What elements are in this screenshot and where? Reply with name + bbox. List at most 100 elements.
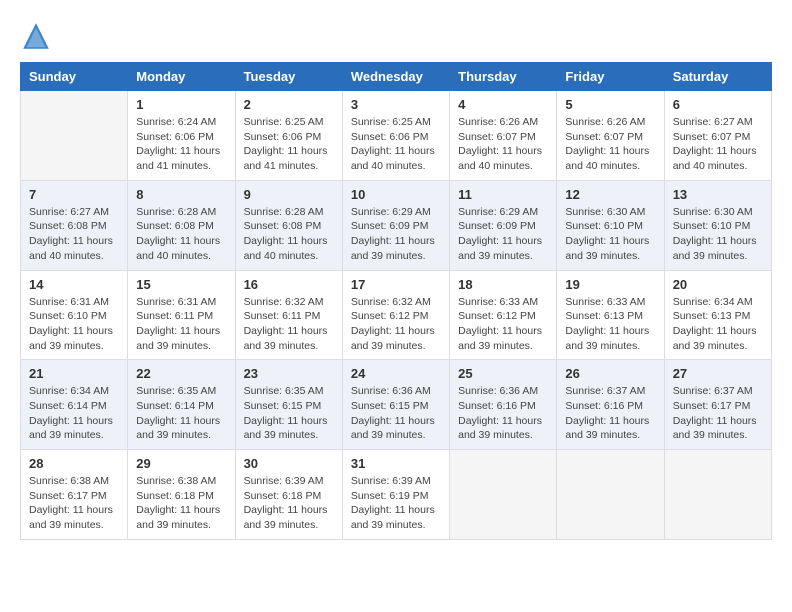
calendar-week-2: 7 Sunrise: 6:27 AM Sunset: 6:08 PM Daylig…	[21, 180, 772, 270]
calendar-cell: 26 Sunrise: 6:37 AM Sunset: 6:16 PM Dayli…	[557, 360, 664, 450]
day-number: 9	[244, 187, 334, 202]
calendar-cell: 29Sunrise: 6:38 AM Sunset: 6:18 PM Dayli…	[128, 450, 235, 540]
day-header-friday: Friday	[557, 63, 664, 91]
day-info: Sunrise: 6:38 AM Sunset: 6:17 PM Dayligh…	[29, 474, 119, 533]
day-header-wednesday: Wednesday	[342, 63, 449, 91]
day-info: Sunrise: 6:27 AM Sunset: 6:08 PM Dayligh…	[29, 205, 119, 264]
calendar-cell: 9Sunrise: 6:28 AM Sunset: 6:08 PM Daylig…	[235, 180, 342, 270]
day-number: 8	[136, 187, 226, 202]
calendar-week-1: 1 Sunrise: 6:24 AM Sunset: 6:06 PM Daylig…	[21, 91, 772, 181]
calendar-cell: 28 Sunrise: 6:38 AM Sunset: 6:17 PM Dayli…	[21, 450, 128, 540]
day-info: Sunrise: 6:35 AM Sunset: 6:14 PM Dayligh…	[136, 384, 226, 443]
day-number: 21	[29, 366, 119, 381]
calendar-body: 1 Sunrise: 6:24 AM Sunset: 6:06 PM Daylig…	[21, 91, 772, 540]
day-info: Sunrise: 6:36 AM Sunset: 6:15 PM Dayligh…	[351, 384, 441, 443]
day-header-monday: Monday	[128, 63, 235, 91]
calendar-week-4: 21 Sunrise: 6:34 AM Sunset: 6:14 PM Dayli…	[21, 360, 772, 450]
calendar-cell: 13 Sunrise: 6:30 AM Sunset: 6:10 PM Dayli…	[664, 180, 771, 270]
calendar-cell: 16 Sunrise: 6:32 AM Sunset: 6:11 PM Dayli…	[235, 270, 342, 360]
day-number: 28	[29, 456, 119, 471]
day-number: 25	[458, 366, 548, 381]
day-info: Sunrise: 6:37 AM Sunset: 6:16 PM Dayligh…	[565, 384, 655, 443]
day-number: 20	[673, 277, 763, 292]
day-number: 24	[351, 366, 441, 381]
calendar-cell: 19 Sunrise: 6:33 AM Sunset: 6:13 PM Dayli…	[557, 270, 664, 360]
day-info: Sunrise: 6:39 AM Sunset: 6:18 PM Dayligh…	[244, 474, 334, 533]
calendar-cell: 20 Sunrise: 6:34 AM Sunset: 6:13 PM Dayli…	[664, 270, 771, 360]
day-info: Sunrise: 6:33 AM Sunset: 6:13 PM Dayligh…	[565, 295, 655, 354]
day-info: Sunrise: 6:27 AM Sunset: 6:07 PM Dayligh…	[673, 115, 763, 174]
calendar-cell	[557, 450, 664, 540]
day-info: Sunrise: 6:24 AM Sunset: 6:06 PM Dayligh…	[136, 115, 226, 174]
calendar-cell: 2 Sunrise: 6:25 AM Sunset: 6:06 PM Daylig…	[235, 91, 342, 181]
calendar-week-5: 28 Sunrise: 6:38 AM Sunset: 6:17 PM Dayli…	[21, 450, 772, 540]
day-number: 23	[244, 366, 334, 381]
day-number: 27	[673, 366, 763, 381]
calendar-cell: 18 Sunrise: 6:33 AM Sunset: 6:12 PM Dayli…	[450, 270, 557, 360]
day-number: 6	[673, 97, 763, 112]
day-info: Sunrise: 6:25 AM Sunset: 6:06 PM Dayligh…	[244, 115, 334, 174]
day-info: Sunrise: 6:34 AM Sunset: 6:13 PM Dayligh…	[673, 295, 763, 354]
day-number: 16	[244, 277, 334, 292]
day-number: 1	[136, 97, 226, 112]
day-number: 26	[565, 366, 655, 381]
day-number: 19	[565, 277, 655, 292]
day-number: 22	[136, 366, 226, 381]
day-info: Sunrise: 6:31 AM Sunset: 6:10 PM Dayligh…	[29, 295, 119, 354]
calendar-cell: 11 Sunrise: 6:29 AM Sunset: 6:09 PM Dayli…	[450, 180, 557, 270]
calendar-header: SundayMondayTuesdayWednesdayThursdayFrid…	[21, 63, 772, 91]
day-info: Sunrise: 6:39 AM Sunset: 6:19 PM Dayligh…	[351, 474, 441, 533]
day-info: Sunrise: 6:25 AM Sunset: 6:06 PM Dayligh…	[351, 115, 441, 174]
calendar-cell: 12 Sunrise: 6:30 AM Sunset: 6:10 PM Dayli…	[557, 180, 664, 270]
calendar-cell: 3 Sunrise: 6:25 AM Sunset: 6:06 PM Daylig…	[342, 91, 449, 181]
calendar-cell: 27 Sunrise: 6:37 AM Sunset: 6:17 PM Dayli…	[664, 360, 771, 450]
calendar-cell: 21 Sunrise: 6:34 AM Sunset: 6:14 PM Dayli…	[21, 360, 128, 450]
day-number: 10	[351, 187, 441, 202]
day-number: 4	[458, 97, 548, 112]
day-info: Sunrise: 6:29 AM Sunset: 6:09 PM Dayligh…	[351, 205, 441, 264]
day-number: 11	[458, 187, 548, 202]
calendar-cell: 17Sunrise: 6:32 AM Sunset: 6:12 PM Dayli…	[342, 270, 449, 360]
calendar-cell	[664, 450, 771, 540]
day-info: Sunrise: 6:34 AM Sunset: 6:14 PM Dayligh…	[29, 384, 119, 443]
calendar-cell	[21, 91, 128, 181]
day-info: Sunrise: 6:26 AM Sunset: 6:07 PM Dayligh…	[458, 115, 548, 174]
day-number: 13	[673, 187, 763, 202]
calendar-cell: 25Sunrise: 6:36 AM Sunset: 6:16 PM Dayli…	[450, 360, 557, 450]
day-info: Sunrise: 6:30 AM Sunset: 6:10 PM Dayligh…	[673, 205, 763, 264]
calendar-cell: 30 Sunrise: 6:39 AM Sunset: 6:18 PM Dayli…	[235, 450, 342, 540]
day-info: Sunrise: 6:33 AM Sunset: 6:12 PM Dayligh…	[458, 295, 548, 354]
day-info: Sunrise: 6:37 AM Sunset: 6:17 PM Dayligh…	[673, 384, 763, 443]
calendar-cell: 31 Sunrise: 6:39 AM Sunset: 6:19 PM Dayli…	[342, 450, 449, 540]
day-info: Sunrise: 6:32 AM Sunset: 6:11 PM Dayligh…	[244, 295, 334, 354]
day-number: 29	[136, 456, 226, 471]
calendar-cell: 5Sunrise: 6:26 AM Sunset: 6:07 PM Daylig…	[557, 91, 664, 181]
day-number: 18	[458, 277, 548, 292]
day-number: 15	[136, 277, 226, 292]
day-header-tuesday: Tuesday	[235, 63, 342, 91]
day-number: 3	[351, 97, 441, 112]
calendar-cell: 1 Sunrise: 6:24 AM Sunset: 6:06 PM Daylig…	[128, 91, 235, 181]
calendar-cell	[450, 450, 557, 540]
day-number: 7	[29, 187, 119, 202]
day-number: 31	[351, 456, 441, 471]
day-info: Sunrise: 6:28 AM Sunset: 6:08 PM Dayligh…	[136, 205, 226, 264]
day-header-thursday: Thursday	[450, 63, 557, 91]
calendar-cell: 23Sunrise: 6:35 AM Sunset: 6:15 PM Dayli…	[235, 360, 342, 450]
day-number: 2	[244, 97, 334, 112]
day-header-saturday: Saturday	[664, 63, 771, 91]
day-info: Sunrise: 6:30 AM Sunset: 6:10 PM Dayligh…	[565, 205, 655, 264]
calendar-cell: 24 Sunrise: 6:36 AM Sunset: 6:15 PM Dayli…	[342, 360, 449, 450]
calendar-cell: 8 Sunrise: 6:28 AM Sunset: 6:08 PM Daylig…	[128, 180, 235, 270]
day-info: Sunrise: 6:29 AM Sunset: 6:09 PM Dayligh…	[458, 205, 548, 264]
calendar-cell: 4 Sunrise: 6:26 AM Sunset: 6:07 PM Daylig…	[450, 91, 557, 181]
day-number: 12	[565, 187, 655, 202]
calendar-cell: 7 Sunrise: 6:27 AM Sunset: 6:08 PM Daylig…	[21, 180, 128, 270]
calendar-cell: 10 Sunrise: 6:29 AM Sunset: 6:09 PM Dayli…	[342, 180, 449, 270]
day-number: 17	[351, 277, 441, 292]
day-number: 30	[244, 456, 334, 471]
calendar-cell: 15 Sunrise: 6:31 AM Sunset: 6:11 PM Dayli…	[128, 270, 235, 360]
calendar-week-3: 14 Sunrise: 6:31 AM Sunset: 6:10 PM Dayli…	[21, 270, 772, 360]
day-number: 14	[29, 277, 119, 292]
day-info: Sunrise: 6:31 AM Sunset: 6:11 PM Dayligh…	[136, 295, 226, 354]
